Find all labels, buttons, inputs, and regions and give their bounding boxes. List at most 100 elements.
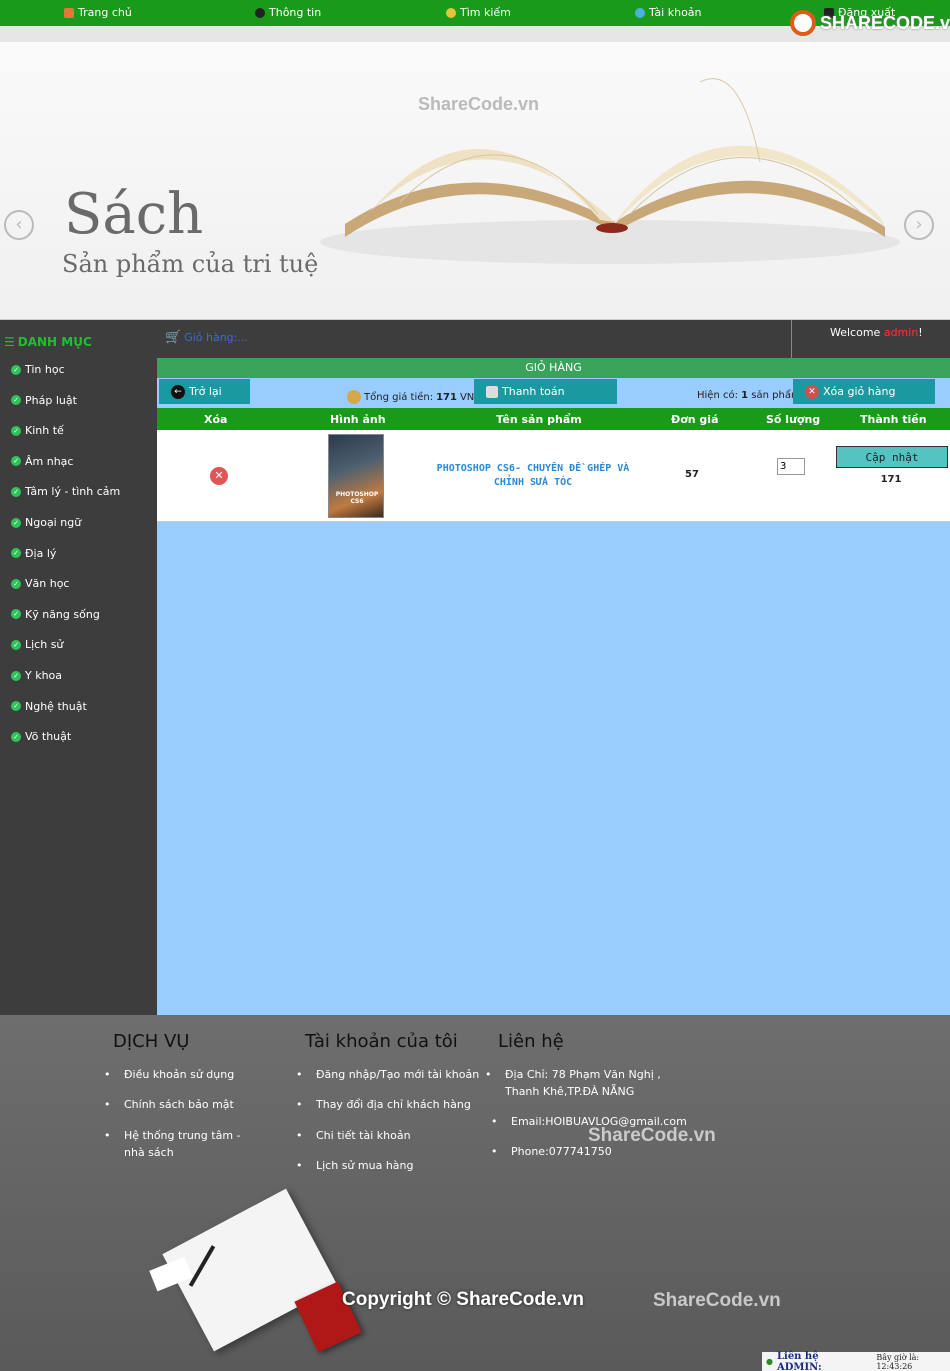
check-icon: ✓ [11, 731, 21, 742]
product-image: PHOTOSHOP CS6 [328, 434, 384, 518]
banner-subtitle: Sản phẩm của tri tuệ [62, 250, 319, 278]
services-title: DỊCH VỤ [113, 1031, 190, 1052]
check-icon: ✓ [11, 548, 21, 559]
bullet-icon: ● [766, 1357, 773, 1366]
banner-title: Sách [64, 182, 204, 247]
quantity-input[interactable] [777, 458, 805, 475]
sharecode-logo-icon [790, 10, 816, 36]
sidebar-item-label: Âm nhạc [25, 454, 74, 468]
col-price: Đơn giá [671, 413, 719, 426]
check-icon: ✓ [11, 456, 21, 467]
total-prefix: Tổng giá tiền: [364, 391, 434, 403]
sidebar-item-label: Địa lý [25, 546, 57, 560]
col-subtotal: Thành tiền [860, 413, 927, 426]
remove-item-icon[interactable]: ✕ [210, 467, 228, 485]
check-icon: ✓ [11, 486, 21, 497]
sidebar-item[interactable]: ✓ Pháp luật [11, 394, 77, 407]
sidebar-item[interactable]: ✓ Địa lý [11, 547, 56, 560]
contact-admin-link[interactable]: Liên hệ ADMIN: [777, 1351, 858, 1371]
clear-cart-icon: ✕ [805, 384, 819, 399]
unit-price: 57 [685, 469, 699, 480]
sidebar-item[interactable]: ✓ Y khoa [11, 669, 62, 682]
account-title: Tài khoản của tôi [305, 1031, 458, 1052]
welcome-box: Welcome admin! [791, 320, 950, 358]
logo-text: SHARECODE.vn [820, 12, 950, 33]
home-icon [64, 7, 74, 18]
sidebar-item[interactable]: ✓ Ngoại ngữ [11, 516, 81, 529]
cart-main: 🛒 Giỏ hàng:... Welcome admin! GIỎ HÀNG ←… [157, 320, 950, 1015]
row-subtotal: 171 [880, 474, 902, 485]
contact-title: Liên hệ [498, 1031, 564, 1052]
sidebar-item[interactable]: ✓ Văn học [11, 577, 69, 590]
total-value: 171 [436, 391, 457, 403]
sidebar-item-label: Kinh tế [25, 424, 64, 438]
footer-link-privacy[interactable]: Chính sách bảo mật [104, 1096, 234, 1113]
nav-account-label: Tài khoản [649, 6, 702, 19]
sidebar-item[interactable]: ✓ Âm nhạc [11, 455, 73, 468]
checkout-button[interactable]: Thanh toán [474, 379, 617, 404]
welcome-prefix: Welcome [830, 326, 884, 339]
back-button-label: Trở lại [189, 385, 222, 398]
category-heading: ☰ DANH MỤC [4, 335, 92, 349]
username[interactable]: admin [884, 326, 918, 339]
coin-icon [347, 390, 361, 404]
sidebar-item[interactable]: ✓ Kỹ năng sống [11, 608, 100, 621]
book-cover-title: PHOTOSHOP CS6 [335, 491, 379, 505]
cart-total: Tổng giá tiền: 171 VNĐ [347, 390, 482, 404]
footer-watermark-2: ShareCode.vn [653, 1290, 781, 1311]
sidebar-item-label: Văn học [25, 577, 70, 591]
nav-info[interactable]: Thông tin [255, 6, 321, 19]
clear-cart-button[interactable]: ✕ Xóa giỏ hàng [793, 379, 935, 404]
check-icon: ✓ [11, 578, 21, 589]
welcome-suffix: ! [918, 326, 923, 339]
check-icon: ✓ [11, 639, 21, 650]
nav-home[interactable]: Trang chủ [64, 6, 132, 19]
footer-link-order-history[interactable]: Lịch sử mua hàng [296, 1157, 413, 1174]
sidebar-item[interactable]: ✓ Tâm lý - tình cảm [11, 485, 120, 498]
sidebar-item[interactable]: ✓ Võ thuật [11, 730, 71, 743]
sidebar-item-label: Pháp luật [25, 393, 77, 407]
sidebar-item[interactable]: ✓ Tin học [11, 363, 65, 376]
category-sidebar: ☰ DANH MỤC ✓ Tin học ✓ Pháp luật ✓ Kinh tế ✓ Âm… [0, 320, 157, 1015]
count-prefix: Hiện có: [697, 390, 742, 401]
info-icon [255, 7, 265, 18]
back-button[interactable]: ← Trở lại [159, 379, 250, 404]
sharecode-logo: SHARECODE.vn [790, 10, 950, 36]
cart-table: Xóa Hình ảnh Tên sản phẩm Đơn giá Số lượ… [157, 408, 950, 522]
banner-watermark: ShareCode.vn [418, 94, 540, 114]
cart-link[interactable]: 🛒 Giỏ hàng:... [165, 330, 248, 345]
list-icon: ☰ [4, 335, 15, 349]
product-name[interactable]: PHOTOSHOP CS6- CHUYÊN ĐỀ GHÉP VÀ CHỈNH S… [435, 462, 631, 490]
sidebar-item[interactable]: ✓ Nghệ thuật [11, 700, 87, 713]
slider-next-icon[interactable]: › [904, 210, 934, 240]
clear-cart-label: Xóa giỏ hàng [823, 385, 896, 398]
check-icon: ✓ [11, 517, 21, 528]
sidebar-item-label: Ngoại ngữ [25, 516, 82, 529]
cart-status-bar: 🛒 Giỏ hàng:... [157, 320, 791, 358]
search-icon [446, 7, 456, 18]
checkout-icon [486, 385, 498, 398]
update-button[interactable]: Cập nhật [836, 446, 948, 468]
open-book-image [320, 78, 900, 264]
nav-search[interactable]: Tìm kiếm [446, 6, 511, 19]
site-footer: DỊCH VỤ Điều khoản sử dụng Chính sách bả… [0, 1015, 950, 1371]
footer-link-stores[interactable]: Hệ thống trung tâm - nhà sách [104, 1127, 264, 1161]
check-icon: ✓ [11, 701, 21, 712]
sidebar-item[interactable]: ✓ Lịch sử [11, 638, 63, 651]
slider-prev-icon[interactable]: ‹ [4, 210, 34, 240]
sidebar-item[interactable]: ✓ Kinh tế [11, 424, 64, 437]
clock: Bây giờ là: 12:43:26 [876, 1352, 920, 1371]
table-row: ✕ PHOTOSHOP CS6 PHOTOSHOP CS6- CHUYÊN ĐỀ… [157, 430, 950, 522]
footer-link-account-detail[interactable]: Chi tiết tài khoản [296, 1127, 410, 1144]
globe-icon [635, 7, 645, 18]
check-icon: ✓ [11, 670, 21, 681]
cart-count: Hiện có: 1 sản phẩm [697, 390, 801, 401]
footer-link-terms[interactable]: Điều khoản sử dụng [104, 1066, 234, 1083]
check-icon: ✓ [11, 364, 21, 375]
check-icon: ✓ [11, 609, 21, 620]
back-arrow-icon: ← [171, 384, 185, 399]
footer-link-address[interactable]: Thay đổi địa chỉ khách hàng [296, 1096, 471, 1113]
nav-account[interactable]: Tài khoản [635, 6, 702, 19]
footer-link-login[interactable]: Đăng nhập/Tạo mới tài khoản [296, 1066, 479, 1083]
sidebar-item-label: Tâm lý - tình cảm [25, 485, 121, 499]
